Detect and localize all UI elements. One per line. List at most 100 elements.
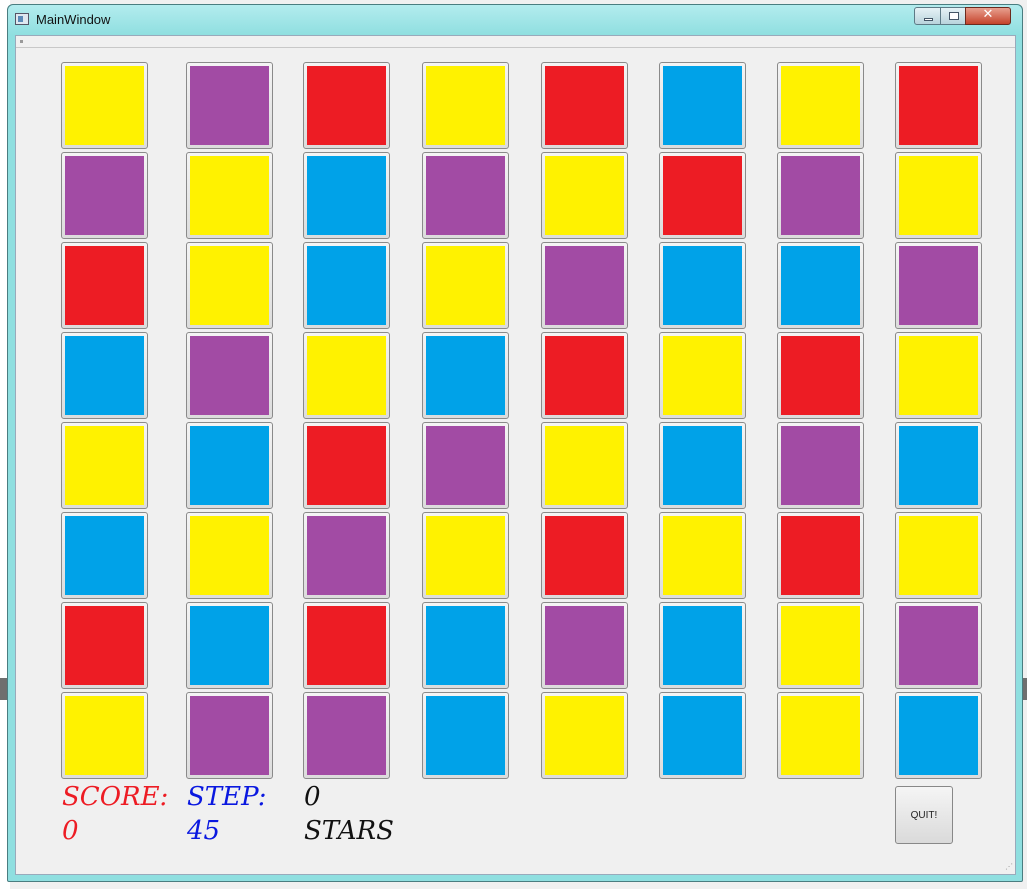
tile-red-r7-c1[interactable] — [61, 602, 148, 689]
tile-color-fill — [65, 66, 144, 145]
tile-blue-r4-c4[interactable] — [422, 332, 509, 419]
tile-color-fill — [426, 336, 505, 415]
tile-purple-r2-c7[interactable] — [777, 152, 864, 239]
tile-yellow-r2-c2[interactable] — [186, 152, 273, 239]
tile-blue-r8-c8[interactable] — [895, 692, 982, 779]
tile-purple-r7-c5[interactable] — [541, 602, 628, 689]
tile-purple-r5-c4[interactable] — [422, 422, 509, 509]
tile-color-fill — [65, 426, 144, 505]
tile-yellow-r6-c4[interactable] — [422, 512, 509, 599]
tile-yellow-r4-c6[interactable] — [659, 332, 746, 419]
tile-color-fill — [65, 156, 144, 235]
tile-color-fill — [545, 156, 624, 235]
tile-yellow-r8-c7[interactable] — [777, 692, 864, 779]
tile-blue-r4-c1[interactable] — [61, 332, 148, 419]
tile-blue-r7-c4[interactable] — [422, 602, 509, 689]
tile-yellow-r4-c8[interactable] — [895, 332, 982, 419]
tile-color-fill — [781, 156, 860, 235]
tile-color-fill — [899, 336, 978, 415]
minimize-button[interactable] — [914, 7, 941, 25]
tile-color-fill — [545, 66, 624, 145]
tile-purple-r8-c2[interactable] — [186, 692, 273, 779]
tile-color-fill — [663, 156, 742, 235]
quit-button[interactable]: QUIT! — [895, 786, 953, 844]
minimize-icon — [924, 18, 933, 21]
tile-purple-r2-c4[interactable] — [422, 152, 509, 239]
tile-yellow-r6-c6[interactable] — [659, 512, 746, 599]
tile-blue-r5-c6[interactable] — [659, 422, 746, 509]
tile-yellow-r1-c4[interactable] — [422, 62, 509, 149]
main-window: MainWindow ✕ SCORE: 0 STEP: 45 0 STARS Q… — [7, 4, 1023, 882]
tile-blue-r5-c8[interactable] — [895, 422, 982, 509]
tile-blue-r5-c2[interactable] — [186, 422, 273, 509]
tile-red-r1-c8[interactable] — [895, 62, 982, 149]
tile-color-fill — [545, 696, 624, 775]
tile-color-fill — [781, 516, 860, 595]
tile-color-fill — [65, 336, 144, 415]
tile-blue-r8-c4[interactable] — [422, 692, 509, 779]
tile-color-fill — [899, 516, 978, 595]
tile-yellow-r4-c3[interactable] — [303, 332, 390, 419]
tile-color-fill — [663, 606, 742, 685]
tile-yellow-r3-c2[interactable] — [186, 242, 273, 329]
tile-blue-r3-c6[interactable] — [659, 242, 746, 329]
menu-bar — [16, 36, 1015, 48]
tile-purple-r3-c8[interactable] — [895, 242, 982, 329]
tile-color-fill — [307, 426, 386, 505]
tile-yellow-r6-c8[interactable] — [895, 512, 982, 599]
tile-blue-r7-c6[interactable] — [659, 602, 746, 689]
resize-grip-icon[interactable]: ⋰ — [1003, 862, 1013, 872]
tile-blue-r7-c2[interactable] — [186, 602, 273, 689]
tile-purple-r8-c3[interactable] — [303, 692, 390, 779]
tile-color-fill — [307, 66, 386, 145]
tile-yellow-r3-c4[interactable] — [422, 242, 509, 329]
tile-blue-r2-c3[interactable] — [303, 152, 390, 239]
tile-yellow-r5-c5[interactable] — [541, 422, 628, 509]
window-title: MainWindow — [36, 12, 111, 27]
tile-yellow-r2-c8[interactable] — [895, 152, 982, 239]
tile-blue-r3-c3[interactable] — [303, 242, 390, 329]
tile-red-r5-c3[interactable] — [303, 422, 390, 509]
maximize-button[interactable] — [940, 7, 966, 25]
tile-purple-r3-c5[interactable] — [541, 242, 628, 329]
tile-blue-r3-c7[interactable] — [777, 242, 864, 329]
tile-purple-r1-c2[interactable] — [186, 62, 273, 149]
tile-red-r6-c7[interactable] — [777, 512, 864, 599]
tile-blue-r1-c6[interactable] — [659, 62, 746, 149]
tile-red-r7-c3[interactable] — [303, 602, 390, 689]
tile-color-fill — [190, 696, 269, 775]
tile-red-r1-c5[interactable] — [541, 62, 628, 149]
tile-yellow-r1-c1[interactable] — [61, 62, 148, 149]
tile-color-fill — [781, 696, 860, 775]
tile-purple-r6-c3[interactable] — [303, 512, 390, 599]
tile-color-fill — [307, 696, 386, 775]
tile-yellow-r7-c7[interactable] — [777, 602, 864, 689]
toolbar-grip-icon — [20, 40, 23, 43]
tile-red-r3-c1[interactable] — [61, 242, 148, 329]
tile-red-r1-c3[interactable] — [303, 62, 390, 149]
tile-yellow-r1-c7[interactable] — [777, 62, 864, 149]
tile-yellow-r5-c1[interactable] — [61, 422, 148, 509]
tile-color-fill — [899, 246, 978, 325]
tile-color-fill — [781, 246, 860, 325]
tile-yellow-r8-c5[interactable] — [541, 692, 628, 779]
tile-blue-r6-c1[interactable] — [61, 512, 148, 599]
tile-purple-r4-c2[interactable] — [186, 332, 273, 419]
tile-color-fill — [307, 336, 386, 415]
tile-purple-r7-c8[interactable] — [895, 602, 982, 689]
tile-blue-r8-c6[interactable] — [659, 692, 746, 779]
tile-purple-r2-c1[interactable] — [61, 152, 148, 239]
tile-red-r6-c5[interactable] — [541, 512, 628, 599]
tile-red-r4-c7[interactable] — [777, 332, 864, 419]
tile-red-r2-c6[interactable] — [659, 152, 746, 239]
tile-yellow-r8-c1[interactable] — [61, 692, 148, 779]
tile-color-fill — [190, 426, 269, 505]
tile-red-r4-c5[interactable] — [541, 332, 628, 419]
tile-yellow-r6-c2[interactable] — [186, 512, 273, 599]
tile-color-fill — [545, 246, 624, 325]
tile-yellow-r2-c5[interactable] — [541, 152, 628, 239]
tile-color-fill — [663, 336, 742, 415]
tile-purple-r5-c7[interactable] — [777, 422, 864, 509]
title-bar[interactable]: MainWindow ✕ — [8, 5, 1022, 35]
close-button[interactable]: ✕ — [965, 7, 1011, 25]
